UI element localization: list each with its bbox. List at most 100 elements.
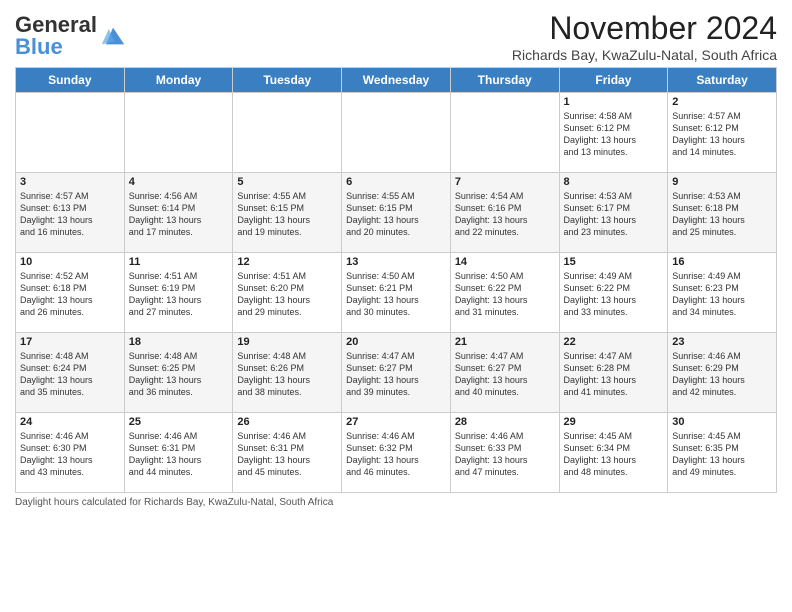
day-number: 29 [564, 416, 664, 428]
calendar-cell: 8 Sunrise: 4:53 AM Sunset: 6:17 PM Daylig… [559, 173, 668, 253]
calendar-header-row: Sunday Monday Tuesday Wednesday Thursday… [16, 68, 777, 93]
day-number: 20 [346, 336, 446, 348]
day-info: Sunrise: 4:54 AM Sunset: 6:16 PM Dayligh… [455, 190, 555, 239]
day-info: Sunrise: 4:55 AM Sunset: 6:15 PM Dayligh… [346, 190, 446, 239]
day-info: Sunrise: 4:48 AM Sunset: 6:26 PM Dayligh… [237, 350, 337, 399]
day-info: Sunrise: 4:45 AM Sunset: 6:34 PM Dayligh… [564, 430, 664, 479]
calendar-cell: 11Sunrise: 4:51 AM Sunset: 6:19 PM Dayli… [124, 253, 233, 333]
day-info: Sunrise: 4:47 AM Sunset: 6:28 PM Dayligh… [564, 350, 664, 399]
col-monday: Monday [124, 68, 233, 93]
day-number: 23 [672, 336, 772, 348]
calendar-cell: 24 Sunrise: 4:46 AM Sunset: 6:30 PM Dayli… [16, 413, 125, 493]
day-info: Sunrise: 4:49 AM Sunset: 6:22 PM Dayligh… [564, 270, 664, 319]
day-info: Sunrise: 4:45 AM Sunset: 6:35 PM Dayligh… [672, 430, 772, 479]
day-number: 24 [20, 416, 120, 428]
calendar-cell: 15 Sunrise: 4:49 AM Sunset: 6:22 PM Dayli… [559, 253, 668, 333]
logo-text: General Blue [15, 14, 97, 58]
day-number: 26 [237, 416, 337, 428]
col-wednesday: Wednesday [342, 68, 451, 93]
day-number: 4 [129, 176, 229, 188]
header: General Blue November 2024 Richards Bay,… [15, 10, 777, 63]
calendar-cell [450, 93, 559, 173]
day-number: 30 [672, 416, 772, 428]
day-number: 16 [672, 256, 772, 268]
calendar-cell: 10 Sunrise: 4:52 AM Sunset: 6:18 PM Dayli… [16, 253, 125, 333]
day-info: Sunrise: 4:56 AM Sunset: 6:14 PM Dayligh… [129, 190, 229, 239]
day-number: 17 [20, 336, 120, 348]
day-number: 1 [564, 96, 664, 108]
day-info: Sunrise: 4:57 AM Sunset: 6:13 PM Dayligh… [20, 190, 120, 239]
logo: General Blue [15, 14, 127, 58]
day-info: Sunrise: 4:51 AM Sunset: 6:20 PM Dayligh… [237, 270, 337, 319]
day-number: 6 [346, 176, 446, 188]
title-block: November 2024 Richards Bay, KwaZulu-Nata… [512, 10, 777, 63]
calendar-cell [342, 93, 451, 173]
day-number: 25 [129, 416, 229, 428]
day-info: Sunrise: 4:50 AM Sunset: 6:21 PM Dayligh… [346, 270, 446, 319]
day-number: 10 [20, 256, 120, 268]
day-info: Sunrise: 4:46 AM Sunset: 6:30 PM Dayligh… [20, 430, 120, 479]
day-info: Sunrise: 4:46 AM Sunset: 6:32 PM Dayligh… [346, 430, 446, 479]
calendar-cell: 29 Sunrise: 4:45 AM Sunset: 6:34 PM Dayli… [559, 413, 668, 493]
calendar-week-row: 1 Sunrise: 4:58 AM Sunset: 6:12 PM Daylig… [16, 93, 777, 173]
calendar-week-row: 3Sunrise: 4:57 AM Sunset: 6:13 PM Daylig… [16, 173, 777, 253]
day-number: 8 [564, 176, 664, 188]
day-info: Sunrise: 4:55 AM Sunset: 6:15 PM Dayligh… [237, 190, 337, 239]
day-info: Sunrise: 4:49 AM Sunset: 6:23 PM Dayligh… [672, 270, 772, 319]
col-tuesday: Tuesday [233, 68, 342, 93]
calendar-cell [233, 93, 342, 173]
day-number: 28 [455, 416, 555, 428]
calendar-cell: 14 Sunrise: 4:50 AM Sunset: 6:22 PM Dayli… [450, 253, 559, 333]
calendar-week-row: 24 Sunrise: 4:46 AM Sunset: 6:30 PM Dayli… [16, 413, 777, 493]
calendar-cell: 4 Sunrise: 4:56 AM Sunset: 6:14 PM Daylig… [124, 173, 233, 253]
month-title: November 2024 [512, 10, 777, 47]
calendar-cell: 9Sunrise: 4:53 AM Sunset: 6:18 PM Daylig… [668, 173, 777, 253]
page: General Blue November 2024 Richards Bay,… [0, 0, 792, 612]
day-info: Sunrise: 4:48 AM Sunset: 6:25 PM Dayligh… [129, 350, 229, 399]
calendar-cell: 26 Sunrise: 4:46 AM Sunset: 6:31 PM Dayli… [233, 413, 342, 493]
day-number: 27 [346, 416, 446, 428]
col-sunday: Sunday [16, 68, 125, 93]
day-info: Sunrise: 4:46 AM Sunset: 6:33 PM Dayligh… [455, 430, 555, 479]
logo-blue: Blue [15, 34, 63, 59]
day-info: Sunrise: 4:46 AM Sunset: 6:31 PM Dayligh… [237, 430, 337, 479]
day-info: Sunrise: 4:52 AM Sunset: 6:18 PM Dayligh… [20, 270, 120, 319]
day-info: Sunrise: 4:47 AM Sunset: 6:27 PM Dayligh… [455, 350, 555, 399]
day-number: 11 [129, 256, 229, 268]
calendar-week-row: 10 Sunrise: 4:52 AM Sunset: 6:18 PM Dayli… [16, 253, 777, 333]
day-info: Sunrise: 4:53 AM Sunset: 6:17 PM Dayligh… [564, 190, 664, 239]
day-info: Sunrise: 4:50 AM Sunset: 6:22 PM Dayligh… [455, 270, 555, 319]
col-saturday: Saturday [668, 68, 777, 93]
calendar-cell: 12 Sunrise: 4:51 AM Sunset: 6:20 PM Dayli… [233, 253, 342, 333]
day-number: 12 [237, 256, 337, 268]
day-number: 21 [455, 336, 555, 348]
calendar-cell: 5Sunrise: 4:55 AM Sunset: 6:15 PM Daylig… [233, 173, 342, 253]
day-number: 18 [129, 336, 229, 348]
day-info: Sunrise: 4:46 AM Sunset: 6:31 PM Dayligh… [129, 430, 229, 479]
day-info: Sunrise: 4:53 AM Sunset: 6:18 PM Dayligh… [672, 190, 772, 239]
calendar-cell: 16 Sunrise: 4:49 AM Sunset: 6:23 PM Dayli… [668, 253, 777, 333]
day-info: Sunrise: 4:58 AM Sunset: 6:12 PM Dayligh… [564, 110, 664, 159]
calendar-week-row: 17 Sunrise: 4:48 AM Sunset: 6:24 PM Dayli… [16, 333, 777, 413]
calendar-cell: 27 Sunrise: 4:46 AM Sunset: 6:32 PM Dayli… [342, 413, 451, 493]
calendar-cell: 22 Sunrise: 4:47 AM Sunset: 6:28 PM Dayli… [559, 333, 668, 413]
calendar-cell: 20Sunrise: 4:47 AM Sunset: 6:27 PM Dayli… [342, 333, 451, 413]
day-number: 19 [237, 336, 337, 348]
day-number: 22 [564, 336, 664, 348]
day-number: 15 [564, 256, 664, 268]
calendar-cell: 1 Sunrise: 4:58 AM Sunset: 6:12 PM Daylig… [559, 93, 668, 173]
day-number: 2 [672, 96, 772, 108]
logo-icon [99, 22, 127, 50]
calendar-cell: 6 Sunrise: 4:55 AM Sunset: 6:15 PM Daylig… [342, 173, 451, 253]
day-number: 14 [455, 256, 555, 268]
daylight-hours-label: Daylight hours [15, 497, 79, 508]
subtitle: Richards Bay, KwaZulu-Natal, South Afric… [512, 47, 777, 63]
calendar-cell: 30 Sunrise: 4:45 AM Sunset: 6:35 PM Dayli… [668, 413, 777, 493]
footer-note: Daylight hours calculated for Richards B… [15, 497, 777, 508]
calendar-cell: 23Sunrise: 4:46 AM Sunset: 6:29 PM Dayli… [668, 333, 777, 413]
calendar-cell: 21 Sunrise: 4:47 AM Sunset: 6:27 PM Dayli… [450, 333, 559, 413]
day-info: Sunrise: 4:48 AM Sunset: 6:24 PM Dayligh… [20, 350, 120, 399]
col-friday: Friday [559, 68, 668, 93]
calendar-cell: 25 Sunrise: 4:46 AM Sunset: 6:31 PM Dayli… [124, 413, 233, 493]
calendar-cell: 13Sunrise: 4:50 AM Sunset: 6:21 PM Dayli… [342, 253, 451, 333]
